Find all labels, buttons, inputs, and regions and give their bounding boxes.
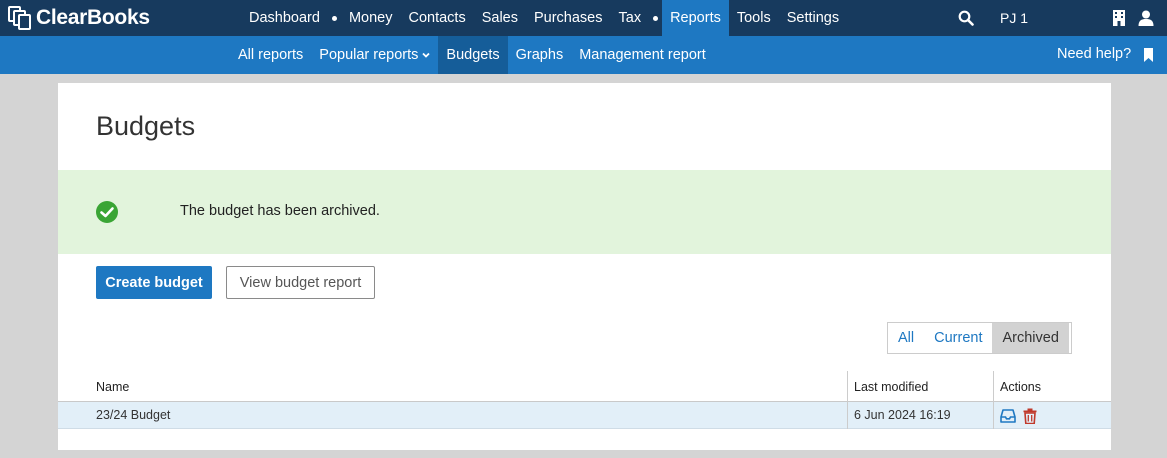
status-filter: All Current Archived <box>887 322 1072 354</box>
subnav-graphs[interactable]: Graphs <box>508 36 572 74</box>
table-header: Name Last modified Actions <box>58 371 1111 402</box>
budget-last-modified: 6 Jun 2024 16:19 <box>847 402 993 429</box>
nav-tax[interactable]: Tax <box>611 0 650 36</box>
search-icon[interactable] <box>958 10 974 26</box>
bookmark-icon[interactable] <box>1143 48 1154 62</box>
sub-nav: All reports Popular reports Budgets Grap… <box>230 36 714 74</box>
nav-tools[interactable]: Tools <box>729 0 779 36</box>
row-actions <box>993 402 1111 429</box>
building-icon[interactable] <box>1112 10 1126 26</box>
subnav-popular-reports[interactable]: Popular reports <box>311 36 438 74</box>
archive-tray-icon[interactable] <box>1000 408 1016 424</box>
budget-name[interactable]: 23/24 Budget <box>96 402 170 429</box>
alert-message: The budget has been archived. <box>180 203 380 219</box>
nav-separator-dot <box>653 15 659 21</box>
filter-archived[interactable]: Archived <box>992 323 1069 353</box>
nav-reports[interactable]: Reports <box>662 0 729 36</box>
check-circle-icon <box>96 201 118 223</box>
need-help-link[interactable]: Need help? <box>1057 46 1131 62</box>
filter-current[interactable]: Current <box>924 323 992 353</box>
nav-dashboard[interactable]: Dashboard <box>241 0 328 36</box>
budgets-panel: Budgets The budget has been archived. Cr… <box>58 83 1111 450</box>
column-header-name[interactable]: Name <box>96 371 129 402</box>
trash-icon[interactable] <box>1022 408 1038 424</box>
logo-text: ClearBooks <box>36 6 150 29</box>
top-navigation-bar: ClearBooks Dashboard Money Contacts Sale… <box>0 0 1167 36</box>
nav-separator-dot <box>331 15 337 21</box>
create-budget-button[interactable]: Create budget <box>96 266 212 299</box>
column-header-last-modified[interactable]: Last modified <box>847 371 993 402</box>
clearbooks-logo[interactable]: ClearBooks <box>8 6 150 30</box>
subnav-popular-reports-label: Popular reports <box>319 47 419 63</box>
filter-all[interactable]: All <box>888 323 924 353</box>
nav-money[interactable]: Money <box>341 0 401 36</box>
nav-sales[interactable]: Sales <box>474 0 526 36</box>
column-header-actions: Actions <box>993 371 1111 402</box>
chevron-down-icon <box>422 52 431 58</box>
user-name[interactable]: PJ 1 <box>1000 10 1028 26</box>
subnav-budgets[interactable]: Budgets <box>438 36 508 74</box>
nav-settings[interactable]: Settings <box>779 0 847 36</box>
view-budget-report-button[interactable]: View budget report <box>226 266 375 299</box>
nav-contacts[interactable]: Contacts <box>400 0 473 36</box>
logo-icon <box>8 6 34 30</box>
subnav-all-reports[interactable]: All reports <box>230 36 311 74</box>
budgets-table: Name Last modified Actions 23/24 Budget … <box>58 371 1111 429</box>
person-icon[interactable] <box>1138 10 1154 26</box>
main-nav: Dashboard Money Contacts Sales Purchases… <box>241 0 847 36</box>
subnav-management-report[interactable]: Management report <box>571 36 714 74</box>
success-alert: The budget has been archived. <box>58 170 1111 254</box>
page-title: Budgets <box>96 111 196 141</box>
table-row[interactable]: 23/24 Budget 6 Jun 2024 16:19 <box>58 402 1111 429</box>
reports-sub-navigation: All reports Popular reports Budgets Grap… <box>0 36 1167 74</box>
nav-purchases[interactable]: Purchases <box>526 0 611 36</box>
